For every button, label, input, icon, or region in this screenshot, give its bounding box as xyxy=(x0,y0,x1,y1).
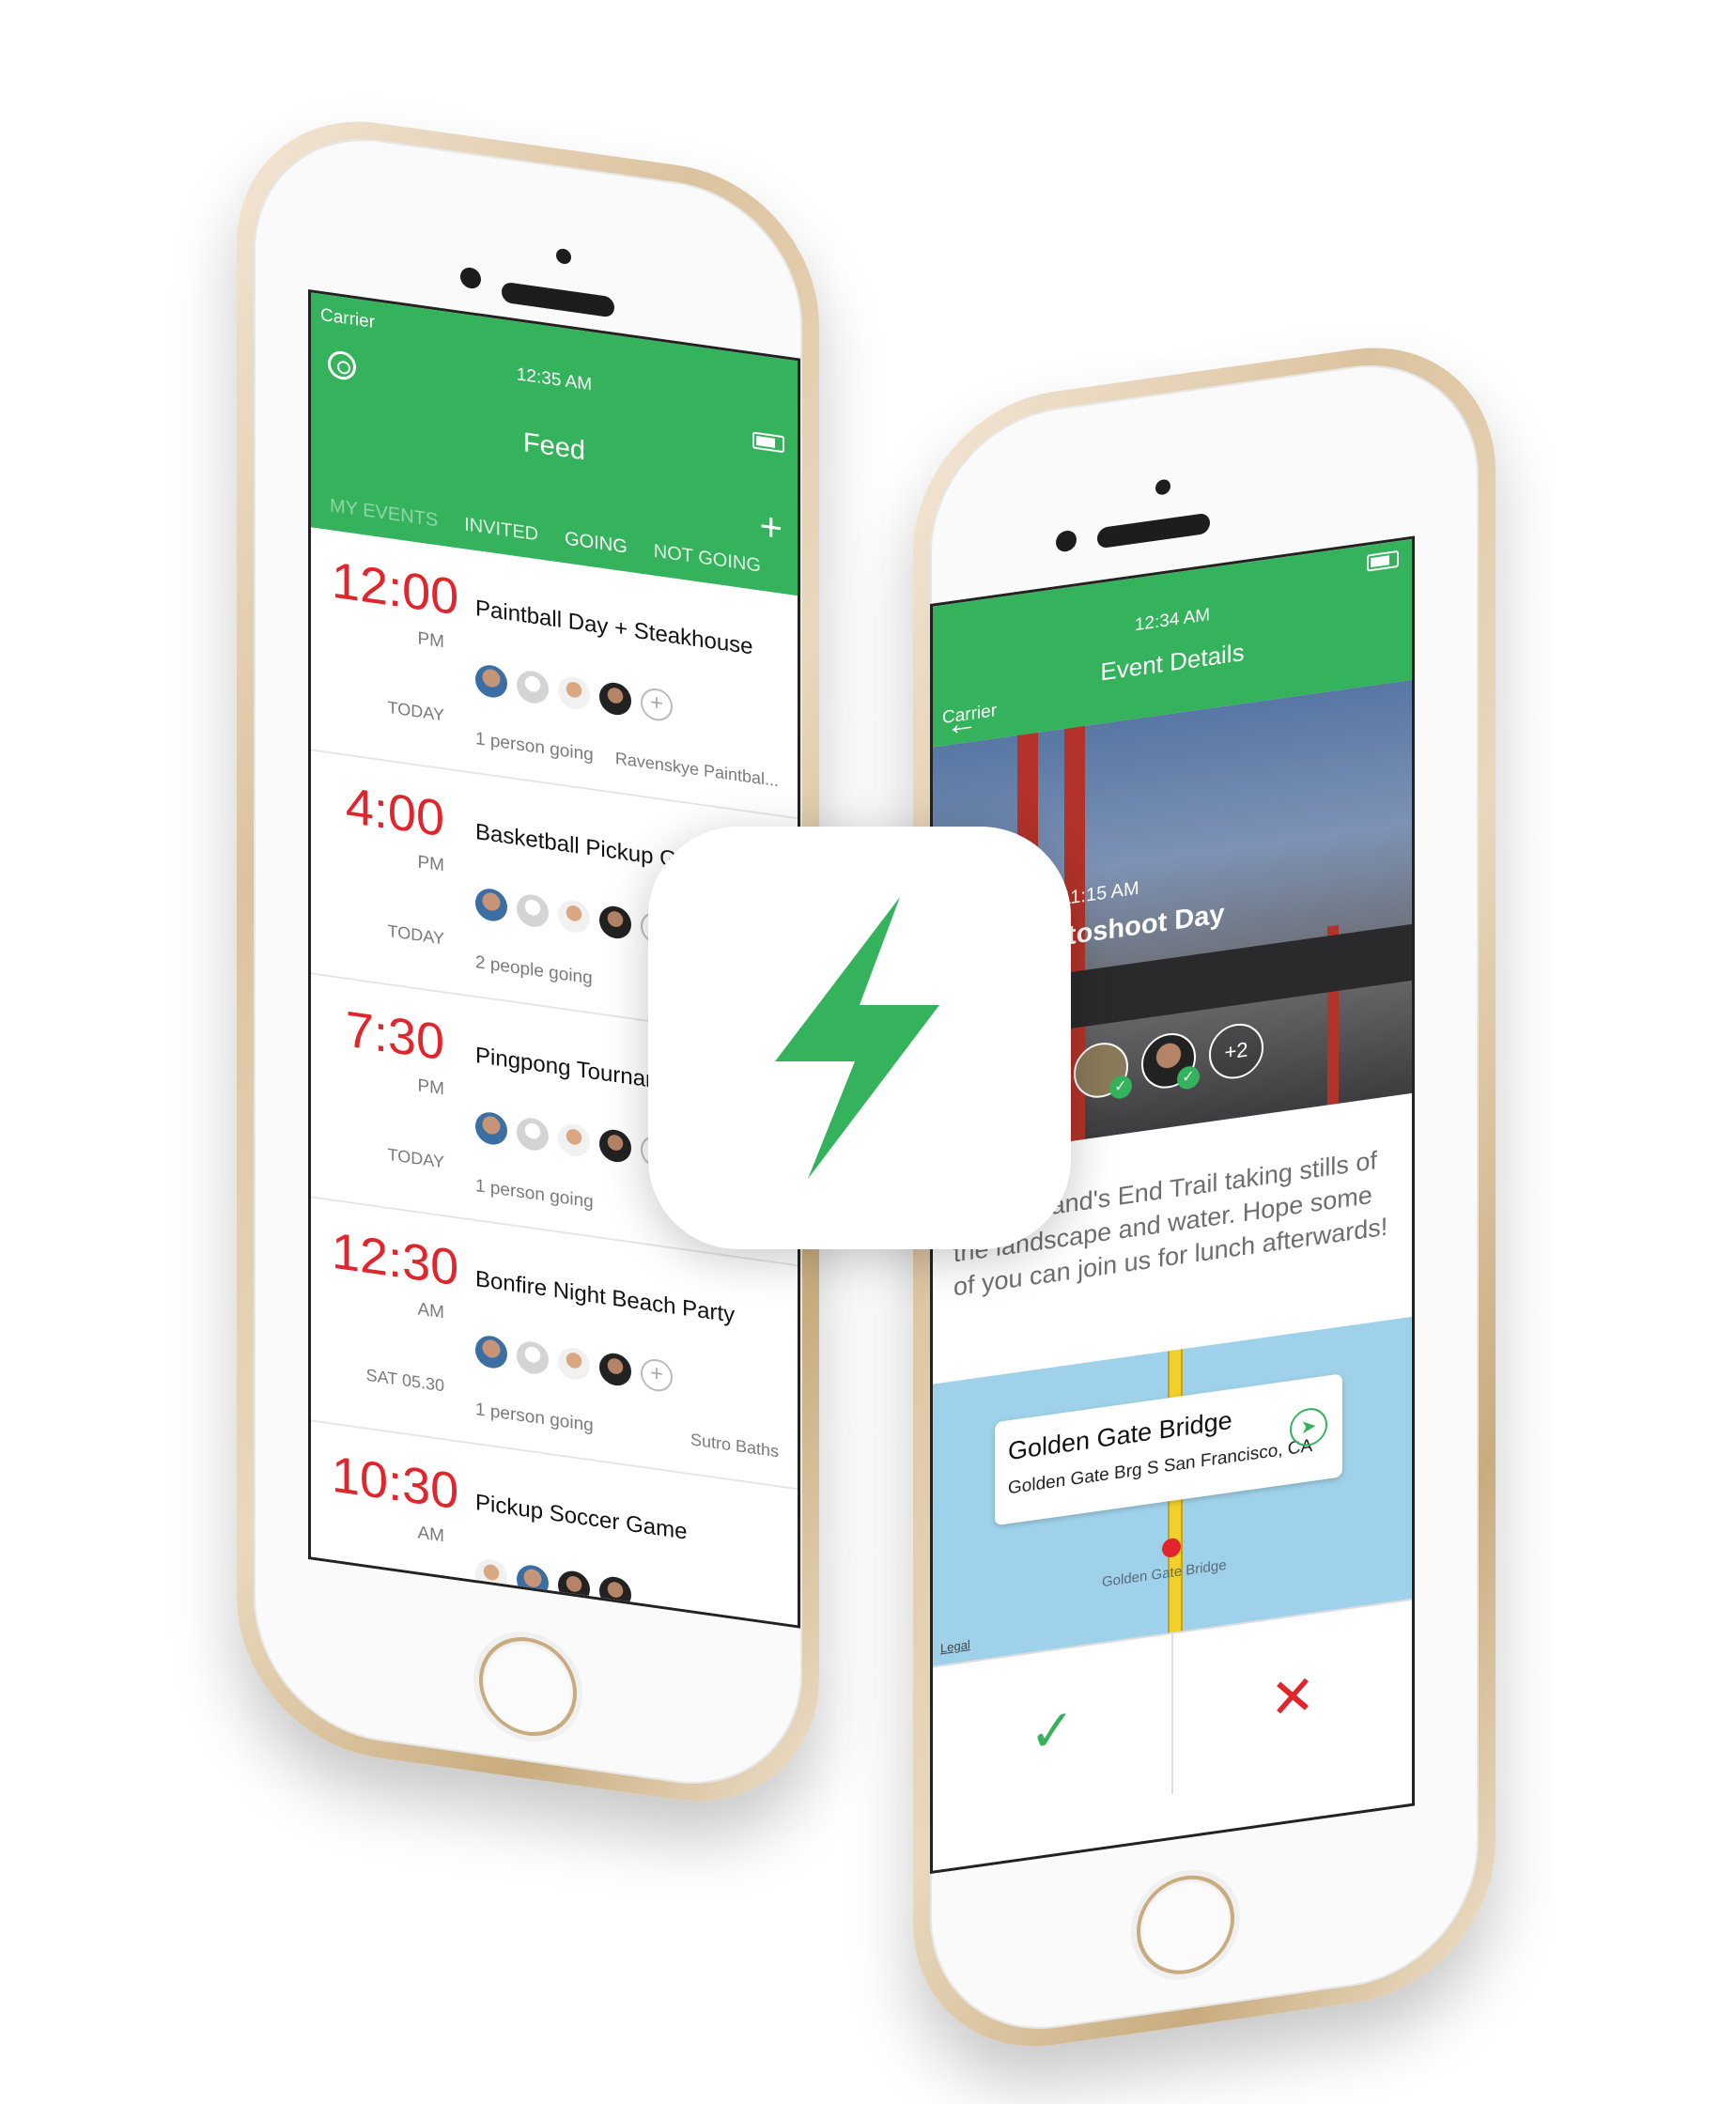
attendee-avatars: + xyxy=(475,887,673,947)
decline-button[interactable]: ✕ xyxy=(1173,1601,1412,1794)
more-attendees-badge[interactable]: +2 xyxy=(1209,1020,1263,1083)
legal-link[interactable]: Legal xyxy=(940,1637,970,1655)
going-count: 1 person going xyxy=(475,729,594,766)
add-event-button[interactable]: + xyxy=(759,503,783,550)
accept-button[interactable]: ✓ xyxy=(933,1633,1173,1828)
attendee-avatars: ✓ ✓ +2 xyxy=(1074,1020,1263,1102)
avatar xyxy=(558,674,590,712)
avatar: ✓ xyxy=(1141,1029,1200,1092)
attendee-avatars: + xyxy=(475,663,673,723)
avatar xyxy=(475,663,507,700)
avatar xyxy=(558,1345,590,1383)
event-time: 12:30 xyxy=(332,1222,459,1297)
battery-icon xyxy=(752,431,784,454)
event-time: 4:00 xyxy=(345,777,444,848)
attendee-avatars: + xyxy=(475,1334,673,1394)
event-time: 7:30 xyxy=(345,1000,444,1072)
going-count: 1 person going xyxy=(475,1176,594,1213)
attendee-avatars: + xyxy=(475,1110,673,1170)
tab-invited[interactable]: INVITED xyxy=(464,514,538,546)
avatar xyxy=(517,892,549,929)
event-day: SAT 05.30 xyxy=(365,1365,444,1396)
tab-going[interactable]: GOING xyxy=(565,528,628,558)
avatar xyxy=(599,1351,631,1388)
add-person-button[interactable]: + xyxy=(641,1356,673,1394)
event-day: TODAY xyxy=(387,697,444,725)
battery-icon xyxy=(1367,549,1399,572)
tab-my-events[interactable]: MY EVENTS xyxy=(330,495,438,532)
event-title: Paintball Day + Steakhouse xyxy=(475,596,753,660)
event-day: TODAY xyxy=(387,1144,444,1172)
event-location: Sutro Baths xyxy=(690,1430,779,1462)
avatar xyxy=(517,1116,549,1153)
avatar xyxy=(599,1127,631,1165)
avatar xyxy=(517,1339,549,1376)
avatar xyxy=(475,887,507,923)
avatar xyxy=(599,904,631,941)
avatar xyxy=(599,680,631,718)
event-title: Pickup Soccer Game xyxy=(475,1490,688,1545)
app-icon xyxy=(648,827,1071,1249)
checkmark-icon: ✓ xyxy=(1109,1074,1132,1101)
avatar xyxy=(475,1334,507,1370)
event-day: TODAY xyxy=(387,920,444,949)
lightning-bolt-icon xyxy=(775,897,939,1179)
status-carrier: Carrier xyxy=(320,304,376,333)
going-count: 2 people going xyxy=(475,952,593,989)
avatar xyxy=(558,898,590,936)
map-label: Golden Gate Bridge xyxy=(1102,1556,1227,1591)
event-location: Ravenskye Paintbal... xyxy=(614,748,779,791)
avatar xyxy=(475,1110,507,1147)
avatar: ✓ xyxy=(1074,1039,1132,1102)
event-title: Bonfire Night Beach Party xyxy=(475,1266,736,1328)
event-title: Pingpong Tourname xyxy=(475,1043,677,1097)
add-person-button[interactable]: + xyxy=(641,686,673,723)
avatar xyxy=(517,669,549,705)
navigate-icon[interactable]: ➤ xyxy=(1290,1405,1327,1449)
avatar xyxy=(558,1122,590,1159)
checkmark-icon: ✓ xyxy=(1177,1064,1200,1091)
back-arrow-icon[interactable]: ← xyxy=(946,704,978,745)
going-count: 1 person going xyxy=(475,1400,594,1436)
event-time: 12:00 xyxy=(332,551,459,627)
event-time: 10:30 xyxy=(332,1446,459,1521)
tab-not-going[interactable]: NOT GOING xyxy=(654,541,761,578)
